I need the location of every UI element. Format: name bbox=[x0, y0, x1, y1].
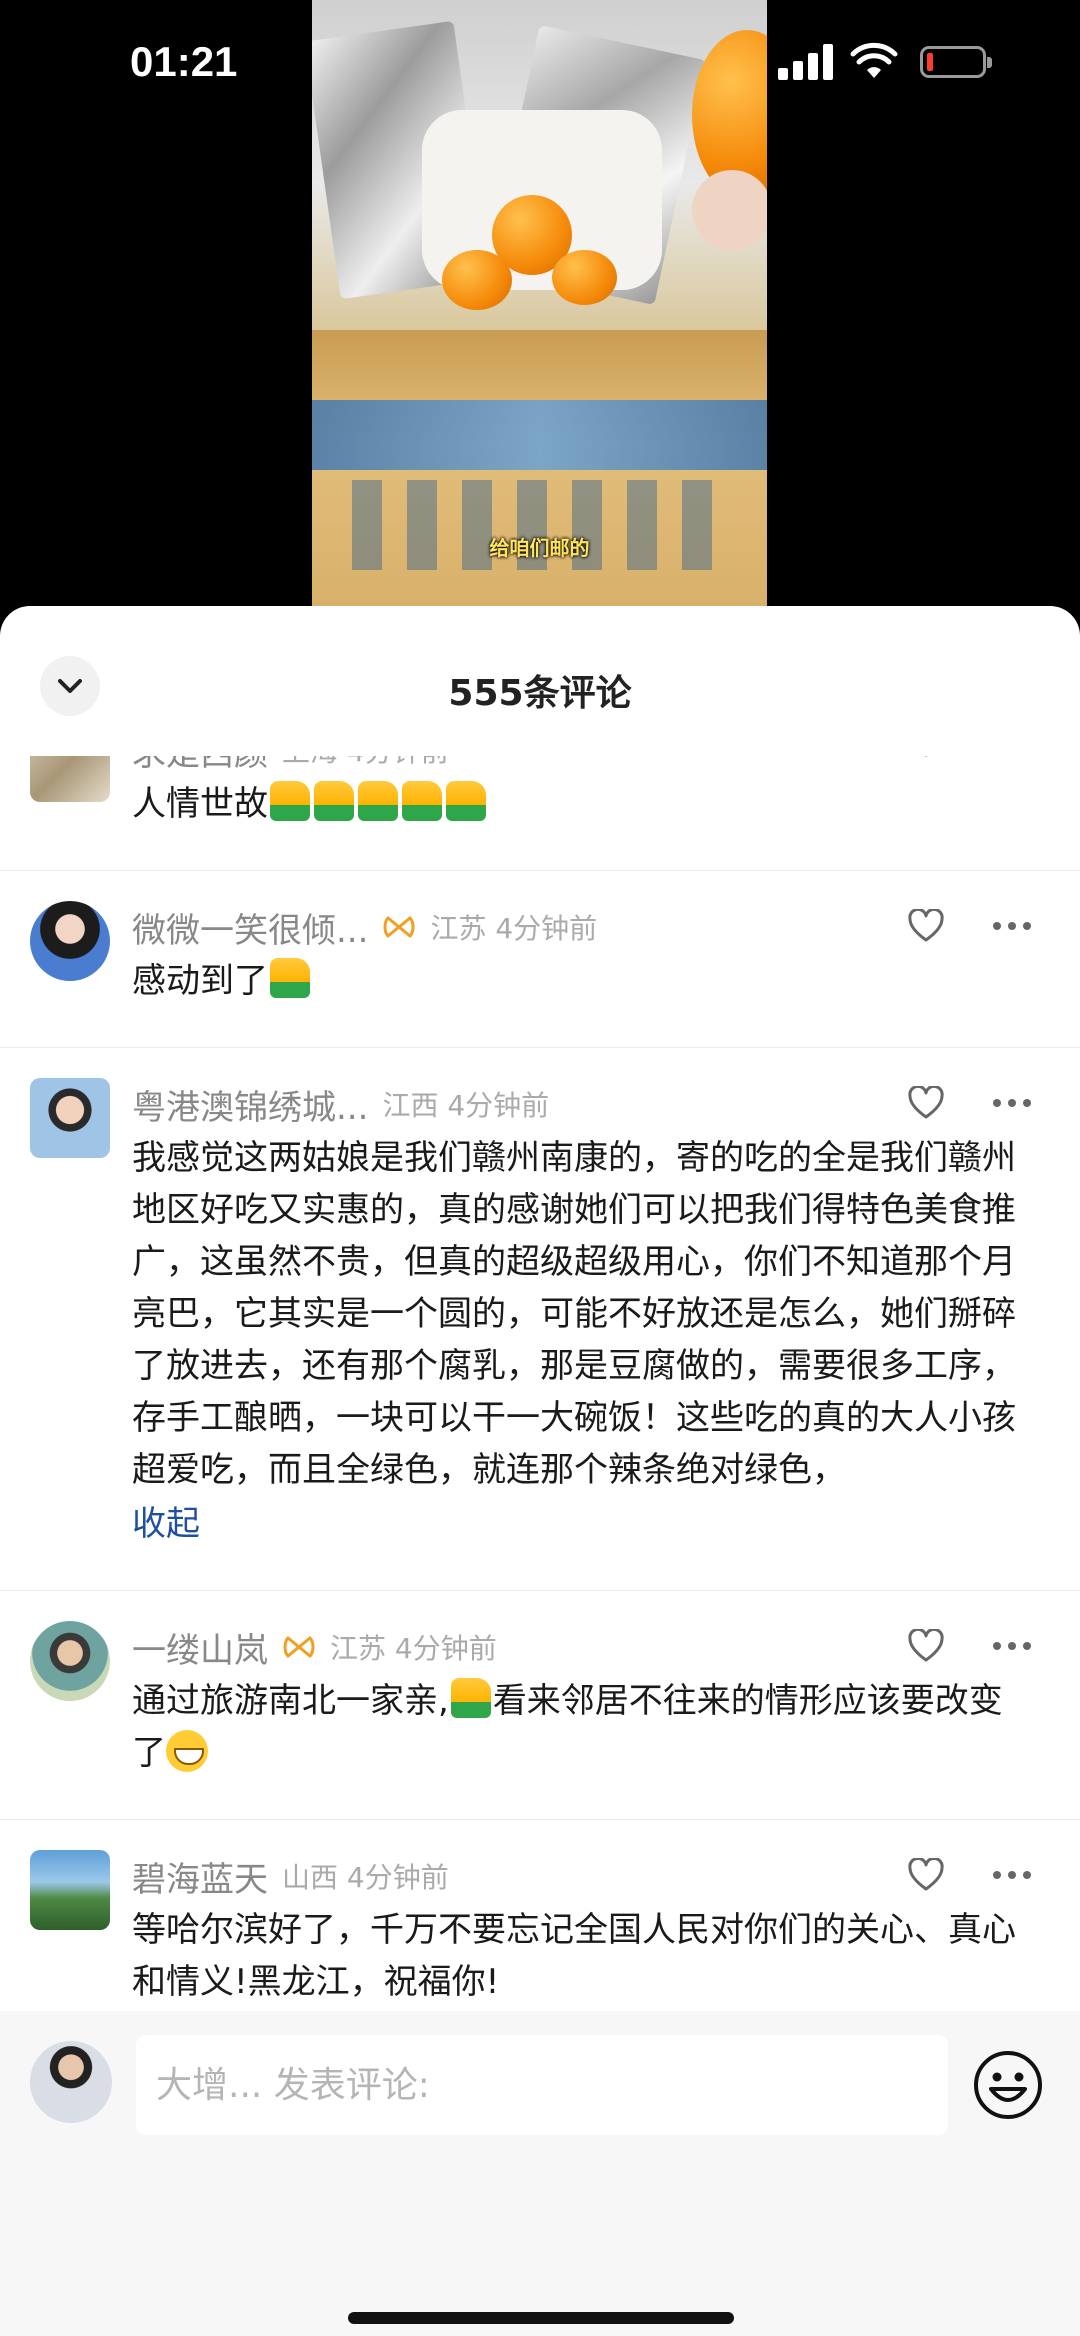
video-box-stripe bbox=[312, 400, 767, 470]
comment-meta: 碧海蓝天 山西 4分钟前 bbox=[132, 1848, 1020, 1904]
comment-item: 微微一笑很倾... 江苏 4分钟前 感动到了 bbox=[0, 871, 1080, 1048]
grinning-face-emoji bbox=[166, 1730, 208, 1772]
comment-location-time: 江苏 4分钟前 bbox=[330, 1632, 497, 1665]
heart-outline-icon[interactable] bbox=[907, 1858, 945, 1892]
comment-location-time: 山西 4分钟前 bbox=[282, 1861, 449, 1894]
comment-item: 碧海蓝天 山西 4分钟前 等哈尔滨好了，千万不要忘记全国人民对你们的关心、真心和… bbox=[0, 1820, 1080, 2011]
comment-text-body: 感动到了 bbox=[132, 961, 268, 1001]
comment-text: 我感觉这两姑娘是我们赣州南康的，寄的吃的全是我们赣州地区好吃又实惠的，真的感谢她… bbox=[132, 1138, 1016, 1490]
collapse-comment-link[interactable]: 收起 bbox=[132, 1498, 1020, 1550]
heart-outline-icon[interactable] bbox=[907, 1629, 945, 1663]
avatar[interactable] bbox=[30, 1621, 110, 1701]
comment-text-body: 人情世故 bbox=[132, 784, 268, 824]
commenter-name[interactable]: 粤港澳锦绣城... bbox=[132, 1080, 368, 1129]
heart-outline-icon[interactable] bbox=[907, 909, 945, 943]
commenter-name[interactable]: 碧海蓝天 bbox=[132, 1852, 268, 1901]
comment-location-time: 江苏 4分钟前 bbox=[430, 912, 598, 945]
thumbs-up-emoji bbox=[402, 781, 442, 821]
comment-text: 等哈尔滨好了，千万不要忘记全国人民对你们的关心、真心和情义!黑龙江，祝福你! bbox=[132, 1910, 1016, 2002]
thumbs-up-emoji bbox=[450, 1678, 491, 1718]
ellipsis-icon[interactable] bbox=[992, 1098, 1032, 1108]
wifi-icon bbox=[850, 42, 898, 78]
video-orange bbox=[442, 250, 512, 310]
comments-sheet: 555条评论 求是西颜 上海 4分钟前 人情世故 微微一笑很倾... bbox=[0, 606, 1080, 2336]
video-orange bbox=[552, 250, 617, 305]
comment-text-part: 通过旅游南北一家亲, bbox=[132, 1681, 449, 1721]
infinity-badge-icon bbox=[283, 1636, 315, 1658]
comment-item: 一缕山岚 江苏 4分钟前 通过旅游南北一家亲, 看来邻居不往来的情形应该要改变了 bbox=[0, 1591, 1080, 1820]
comment-meta: 求是西颜 上海 4分钟前 bbox=[132, 756, 1020, 778]
video-hand bbox=[692, 170, 767, 250]
avatar[interactable] bbox=[30, 1850, 110, 1930]
thumbs-up-emoji bbox=[270, 958, 310, 998]
ellipsis-icon[interactable] bbox=[992, 921, 1032, 931]
comment-item: 求是西颜 上海 4分钟前 人情世故 bbox=[0, 756, 1080, 871]
comment-text: 感动到了 bbox=[132, 955, 1020, 1007]
comment-text: 人情世故 bbox=[132, 778, 1020, 830]
commenter-name[interactable]: 一缕山岚 bbox=[132, 1623, 268, 1672]
signal-icon bbox=[778, 44, 834, 80]
avatar[interactable] bbox=[30, 756, 110, 802]
smile-icon[interactable] bbox=[972, 2049, 1044, 2121]
status-time: 01:21 bbox=[130, 38, 238, 85]
thumbs-up-emoji bbox=[270, 781, 310, 821]
infinity-badge-icon bbox=[383, 916, 415, 938]
comment-input[interactable] bbox=[136, 2035, 948, 2135]
ellipsis-icon[interactable] bbox=[992, 1641, 1032, 1651]
ellipsis-icon[interactable] bbox=[992, 1870, 1032, 1880]
comment-count-title: 555条评论 bbox=[448, 673, 632, 714]
comment-item: 粤港澳锦绣城... 江西 4分钟前 我感觉这两姑娘是我们赣州南康的，寄的吃的全是… bbox=[0, 1048, 1080, 1591]
comment-input-bar bbox=[0, 2011, 1080, 2336]
commenter-name[interactable]: 求是西颜 bbox=[132, 756, 268, 775]
thumbs-up-emoji bbox=[358, 781, 398, 821]
battery-icon bbox=[920, 46, 992, 78]
thumbs-up-emoji bbox=[446, 781, 486, 821]
home-indicator[interactable] bbox=[348, 2312, 734, 2324]
video-frame[interactable]: 给咱们邮的 bbox=[312, 0, 767, 610]
thumbs-up-emoji bbox=[314, 781, 354, 821]
comment-text: 通过旅游南北一家亲, 看来邻居不往来的情形应该要改变了 bbox=[132, 1675, 1020, 1779]
my-avatar[interactable] bbox=[30, 2041, 112, 2123]
heart-outline-icon[interactable] bbox=[907, 1086, 945, 1120]
video-subtitle: 给咱们邮的 bbox=[489, 536, 590, 560]
sheet-header: 555条评论 bbox=[0, 606, 1080, 756]
comment-meta: 微微一笑很倾... 江苏 4分钟前 bbox=[132, 899, 1020, 955]
comment-location-time: 江西 4分钟前 bbox=[382, 1089, 550, 1122]
comment-list[interactable]: 求是西颜 上海 4分钟前 人情世故 微微一笑很倾... 江苏 4分钟前 bbox=[0, 756, 1080, 2011]
video-player[interactable]: 给咱们邮的 01:21 bbox=[0, 0, 1080, 620]
avatar[interactable] bbox=[30, 1078, 110, 1158]
comment-meta: 一缕山岚 江苏 4分钟前 bbox=[132, 1619, 1020, 1675]
avatar[interactable] bbox=[30, 901, 110, 981]
heart-outline-icon[interactable] bbox=[907, 756, 945, 758]
comment-meta: 粤港澳锦绣城... 江西 4分钟前 bbox=[132, 1076, 1020, 1132]
comment-location-time: 上海 4分钟前 bbox=[282, 756, 449, 770]
commenter-name[interactable]: 微微一笑很倾... bbox=[132, 903, 368, 952]
